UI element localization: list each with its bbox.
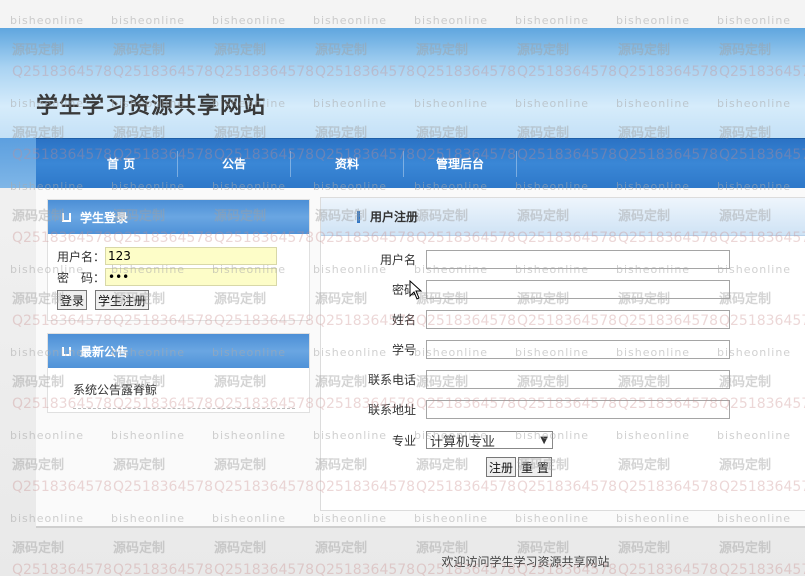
content-bottom-border [36,526,805,528]
register-panel-header: 用户注册 [321,198,805,236]
form-row-student-id: 学号 [346,340,730,359]
nav-item-materials[interactable]: 资料 [291,155,403,172]
nav-item-notices[interactable]: 公告 [178,155,290,172]
watermark-text: bisheonline [212,14,287,27]
form-row-address: 联系地址 [346,400,730,419]
notice-item-link[interactable]: 系统公告露脊鲸 [73,381,157,398]
field-label: 学号 [391,343,416,357]
form-row-username: 用户名 [346,250,730,269]
nav-separator [516,150,517,177]
latest-notices-panel: 最新公告 系统公告露脊鲸 [47,333,310,413]
notices-panel-header: 最新公告 [48,334,309,368]
password-label: 密 码： [57,270,106,285]
field-label: 用户名 [379,253,416,267]
student-register-button[interactable]: 学生注册 [95,290,150,310]
login-buttons: 登录 学生注册 [57,290,150,310]
major-selected-value: 计算机专业 [430,434,496,450]
field-label: 联系地址 [367,403,416,417]
main-navbar: 首 页 公告 资料 管理后台 [36,138,805,188]
nav-item-home[interactable]: 首 页 [65,155,177,172]
site-title: 学生学习资源共享网站 [36,94,267,119]
login-username-input[interactable] [105,247,277,265]
watermark-text: bisheonline [111,14,186,27]
watermark-text: bisheonline [313,14,388,27]
notice-divider [73,408,295,409]
dropdown-arrow-icon: ▼ [540,434,548,446]
mouse-pointer-icon [409,280,423,300]
login-password-input[interactable] [105,268,277,286]
register-panel-title: 用户注册 [370,210,419,224]
register-reset-button[interactable]: 重 置 [518,457,552,477]
watermark-text: bisheonline [10,14,85,27]
register-password-input[interactable] [426,280,730,299]
panel-bullet-icon [62,346,71,356]
watermark-text: bisheonline [616,14,691,27]
field-label: 专业 [391,433,416,448]
major-select[interactable]: 计算机专业 ▼ [426,431,553,450]
register-name-input[interactable] [426,310,730,329]
register-username-input[interactable] [426,250,730,269]
form-buttons: 注册 重 置 [486,457,552,477]
nav-item-admin[interactable]: 管理后台 [404,155,516,172]
header-banner [0,28,805,140]
student-login-panel: 学生登录 用户名： 密 码： 登录 学生注册 [47,199,310,321]
field-label: 姓名 [391,313,416,327]
watermark-text: bisheonline [414,14,489,27]
login-button[interactable]: 登录 [57,290,88,310]
register-address-input[interactable] [426,400,730,419]
login-username-row: 用户名： [57,247,277,265]
form-row-password: 密码 [346,280,730,299]
login-panel-header: 学生登录 [48,200,309,234]
form-row-name: 姓名 [346,310,730,329]
header-accent-bar [357,210,360,223]
username-label: 用户名： [57,249,106,264]
field-label: 联系电话 [367,373,416,387]
watermark-text: bisheonline [717,14,792,27]
register-submit-button[interactable]: 注册 [486,457,517,477]
form-row-major: 专业 计算机专业 ▼ [346,431,553,450]
register-student-id-input[interactable] [426,340,730,359]
footer-text: 欢迎访问学生学习资源共享网站 [441,555,610,569]
register-phone-input[interactable] [426,370,730,389]
watermark-row: bisheonline bisheonline bisheonline bisheon… [10,14,805,27]
login-panel-title: 学生登录 [80,210,129,225]
notices-panel-title: 最新公告 [80,344,129,359]
user-register-panel: 用户注册 用户名 密码 姓名 学号 联系电话 联系地址 专业 计算机专业 ▼ 注… [320,197,805,511]
form-row-phone: 联系电话 [346,370,730,389]
panel-bullet-icon [62,212,71,222]
login-password-row: 密 码： [57,268,277,286]
watermark-text: bisheonline [515,14,590,27]
